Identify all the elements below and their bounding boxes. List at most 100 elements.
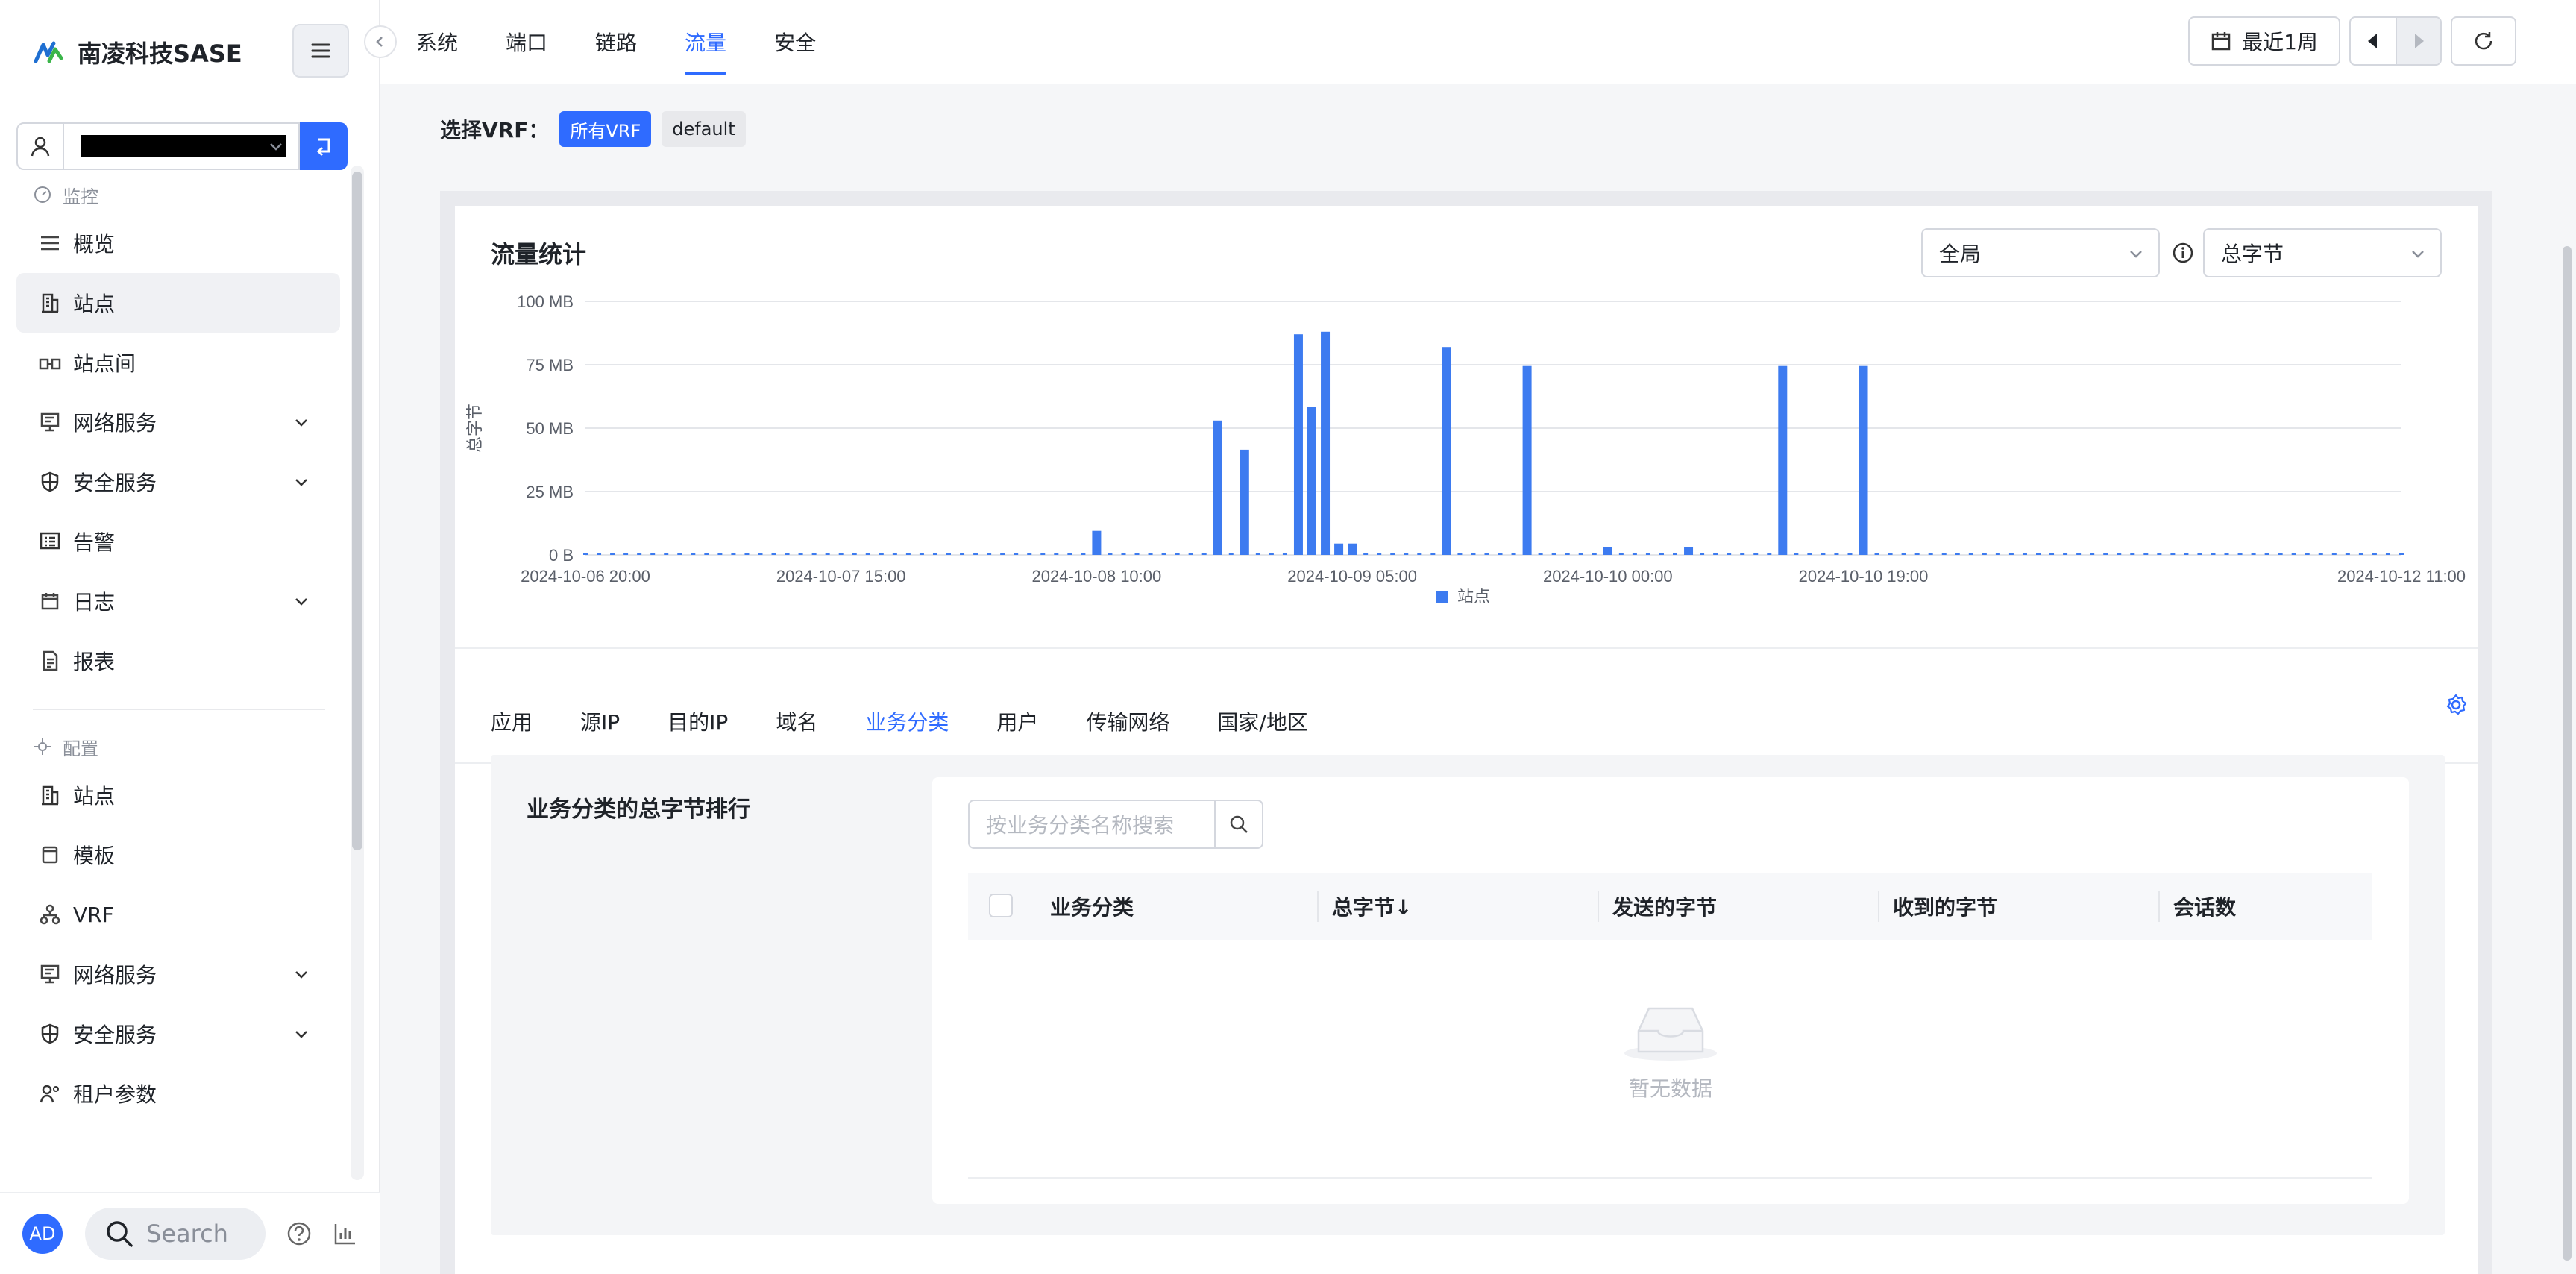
sidebar-item-config-security-services[interactable]: 安全服务 xyxy=(16,1004,340,1064)
baseline-bar xyxy=(1000,553,1005,555)
sidebar-item-config-network-services[interactable]: 网络服务 xyxy=(16,944,340,1004)
next-period-button[interactable] xyxy=(2395,18,2440,64)
gear-icon[interactable] xyxy=(2445,694,2467,716)
tab-dest-ip[interactable]: 目的IP xyxy=(667,680,728,762)
sidebar-item-templates[interactable]: 模板 xyxy=(16,825,340,885)
sidebar-item-sites[interactable]: 站点 xyxy=(16,273,340,333)
sidebar-item-security-services[interactable]: 安全服务 xyxy=(16,452,340,512)
baseline-bar xyxy=(1430,553,1436,555)
building-icon xyxy=(39,292,61,314)
menu-toggle-button[interactable] xyxy=(292,24,349,78)
ranking-title: 业务分类的总字节排行 xyxy=(527,797,750,823)
metric-select[interactable]: 总字节 xyxy=(2203,228,2442,277)
chart-bar xyxy=(1442,347,1451,555)
baseline-bar xyxy=(2157,553,2162,555)
sidebar-item-inter-site[interactable]: 站点间 xyxy=(16,333,340,392)
baseline-bar xyxy=(1821,553,1826,555)
chart-bar xyxy=(1307,407,1316,555)
baseline-bar xyxy=(1363,553,1369,555)
search-button[interactable] xyxy=(1214,801,1262,847)
sidebar-item-tenant-params[interactable]: 租户参数 xyxy=(16,1064,340,1123)
sidebar-item-label: 报表 xyxy=(73,650,116,674)
tab-business-category[interactable]: 业务分类 xyxy=(865,680,949,762)
sidebar-item-alerts[interactable]: 告警 xyxy=(16,512,340,571)
baseline-bar xyxy=(1108,553,1113,555)
tab-security[interactable]: 安全 xyxy=(774,0,816,84)
select-all-checkbox[interactable] xyxy=(989,894,1013,917)
chart-divider xyxy=(455,647,2478,649)
baseline-bar xyxy=(1740,553,1745,555)
col-sessions[interactable]: 会话数 xyxy=(2173,873,2236,940)
baseline-bar xyxy=(2143,553,2149,555)
brand[interactable]: 南凌科技SASE xyxy=(33,33,242,72)
avatar[interactable]: AD xyxy=(22,1214,63,1254)
baseline-bar xyxy=(1565,553,1570,555)
baseline-bar xyxy=(2224,553,2229,555)
col-business-category[interactable]: 业务分类 xyxy=(1050,873,1134,940)
sidebar-nav: 监控 概览 站点 站点间 网络服务 安全服务 告警 日志 报表 配置 站点 模板… xyxy=(16,176,340,1123)
tab-link[interactable]: 链路 xyxy=(595,0,637,84)
baseline-bar xyxy=(1027,553,1032,555)
tenant-select[interactable] xyxy=(16,122,300,170)
global-search-input[interactable]: Search xyxy=(85,1208,266,1260)
main-scrollbar[interactable] xyxy=(2563,246,2572,1261)
prev-period-button[interactable] xyxy=(2351,18,2396,64)
caret-right-icon xyxy=(2414,34,2424,48)
baseline-bar xyxy=(1914,553,1920,555)
vrf-option-all[interactable]: 所有VRF xyxy=(559,111,652,147)
sidebar-item-network-services[interactable]: 网络服务 xyxy=(16,392,340,452)
switch-tenant-button[interactable] xyxy=(300,122,348,170)
y-tick-label: 25 MB xyxy=(526,483,574,501)
category-search-input[interactable]: 按业务分类名称搜索 xyxy=(970,801,1214,847)
chevron-down-icon xyxy=(270,143,282,151)
sidebar-item-logs[interactable]: 日志 xyxy=(16,571,340,631)
col-divider xyxy=(2158,891,2160,922)
baseline-bar xyxy=(2372,553,2377,555)
tenant-selector xyxy=(16,122,348,170)
sidebar-item-vrf[interactable]: VRF xyxy=(16,885,340,944)
x-tick-label: 2024-10-12 11:00 xyxy=(2337,567,2466,586)
section-monitor-label: 监控 xyxy=(63,186,98,207)
tab-transport-network[interactable]: 传输网络 xyxy=(1086,680,1169,762)
vrf-option-default[interactable]: default xyxy=(662,111,746,147)
scope-select[interactable]: 全局 xyxy=(1921,228,2160,277)
sidebar-item-config-sites[interactable]: 站点 xyxy=(16,765,340,825)
tab-traffic[interactable]: 流量 xyxy=(685,0,727,84)
col-divider xyxy=(1317,891,1319,922)
baseline-bar xyxy=(1188,553,1193,555)
tab-port[interactable]: 端口 xyxy=(506,0,547,84)
baseline-bar xyxy=(1645,553,1650,555)
nav-divider xyxy=(33,709,325,710)
tab-system[interactable]: 系统 xyxy=(416,0,458,84)
y-axis-label: 总字节 xyxy=(466,404,485,453)
baseline-bar xyxy=(960,553,965,555)
help-icon[interactable] xyxy=(286,1221,312,1246)
time-range-button[interactable]: 最近1周 xyxy=(2188,16,2340,66)
col-divider xyxy=(1598,891,1599,922)
sidebar-item-overview[interactable]: 概览 xyxy=(16,213,340,273)
baseline-bar xyxy=(973,553,978,555)
refresh-icon xyxy=(2475,32,2492,50)
tab-country-region[interactable]: 国家/地区 xyxy=(1217,680,1307,762)
sidebar-item-reports[interactable]: 报表 xyxy=(16,631,340,691)
empty-state: 暂无数据 xyxy=(932,1001,2409,1102)
stats-icon[interactable] xyxy=(333,1221,358,1246)
baseline-bar xyxy=(1161,553,1166,555)
collapse-sidebar-button[interactable] xyxy=(364,25,397,58)
sidebar-item-label: 模板 xyxy=(73,844,116,868)
chart-bar xyxy=(1684,547,1694,555)
baseline-bar xyxy=(2063,553,2068,555)
table-bottom-border xyxy=(968,1177,2372,1179)
tab-user[interactable]: 用户 xyxy=(996,680,1038,762)
refresh-button[interactable] xyxy=(2451,16,2516,66)
tab-source-ip[interactable]: 源IP xyxy=(580,680,620,762)
x-tick-label: 2024-10-10 00:00 xyxy=(1543,567,1673,586)
info-icon[interactable] xyxy=(2172,242,2194,264)
vrf-label: 选择VRF： xyxy=(440,118,550,142)
tab-domain[interactable]: 域名 xyxy=(776,680,817,762)
sidebar-scrollbar[interactable] xyxy=(352,172,362,850)
col-sent-bytes[interactable]: 发送的字节 xyxy=(1612,873,1717,940)
col-total-bytes[interactable]: 总字节↓ xyxy=(1332,873,1412,940)
col-received-bytes[interactable]: 收到的字节 xyxy=(1893,873,1997,940)
tab-application[interactable]: 应用 xyxy=(491,680,533,762)
